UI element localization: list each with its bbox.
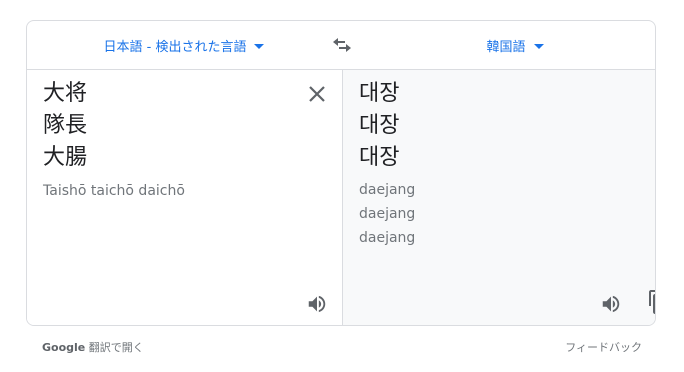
google-brand: Google xyxy=(42,341,86,354)
source-line: 隊長 xyxy=(43,113,88,138)
listen-translation-button[interactable] xyxy=(597,290,625,318)
romanization-line: daejang xyxy=(359,182,416,198)
translation-romanization: daejang daejang daejang xyxy=(359,178,415,250)
source-romanization: Taishō taichō daichō xyxy=(43,183,185,199)
listen-source-button[interactable] xyxy=(303,290,331,318)
translation-line: 대장 xyxy=(359,145,400,170)
source-line: 大将 xyxy=(43,81,88,106)
caret-down-icon xyxy=(254,43,265,49)
source-text-pane[interactable]: 大将 隊長 大腸 Taishō taichō daichō xyxy=(27,70,342,325)
clear-text-button[interactable] xyxy=(305,82,329,106)
language-bar: 日本語 - 検出された言語 韓国語 xyxy=(27,21,655,70)
romanization-line: daejang xyxy=(359,230,416,246)
close-icon xyxy=(309,86,325,102)
source-line: 大腸 xyxy=(43,145,88,170)
volume-icon xyxy=(308,295,326,313)
caret-down-icon xyxy=(533,43,544,49)
source-language-selector[interactable]: 日本語 - 検出された言語 xyxy=(27,21,341,69)
copy-translation-button[interactable] xyxy=(645,288,655,316)
translation-pane: 대장 대장 대장 daejang daejang daejang xyxy=(342,70,655,325)
target-language-selector[interactable]: 韓国語 xyxy=(373,21,655,69)
translation-text: 대장 대장 대장 xyxy=(359,78,399,174)
romanization-line: daejang xyxy=(359,206,416,222)
translation-line: 대장 xyxy=(359,113,400,138)
open-in-translate-label: 翻訳で開く xyxy=(88,341,144,354)
source-language-label: 日本語 - 検出された言語 xyxy=(103,39,247,55)
target-language-label: 韓国語 xyxy=(486,39,526,55)
feedback-link[interactable]: フィードバック xyxy=(565,339,642,355)
translate-card: 日本語 - 検出された言語 韓国語 大将 隊長 大腸 Taishō taichō… xyxy=(26,20,656,326)
volume-icon xyxy=(602,295,620,313)
swap-languages-button[interactable] xyxy=(329,33,355,57)
open-in-translate-link[interactable]: Google 翻訳で開く xyxy=(42,339,144,355)
source-text[interactable]: 大将 隊長 大腸 xyxy=(43,78,87,174)
copy-icon xyxy=(649,290,655,314)
translation-line: 대장 xyxy=(359,81,400,106)
swap-icon xyxy=(333,38,351,52)
